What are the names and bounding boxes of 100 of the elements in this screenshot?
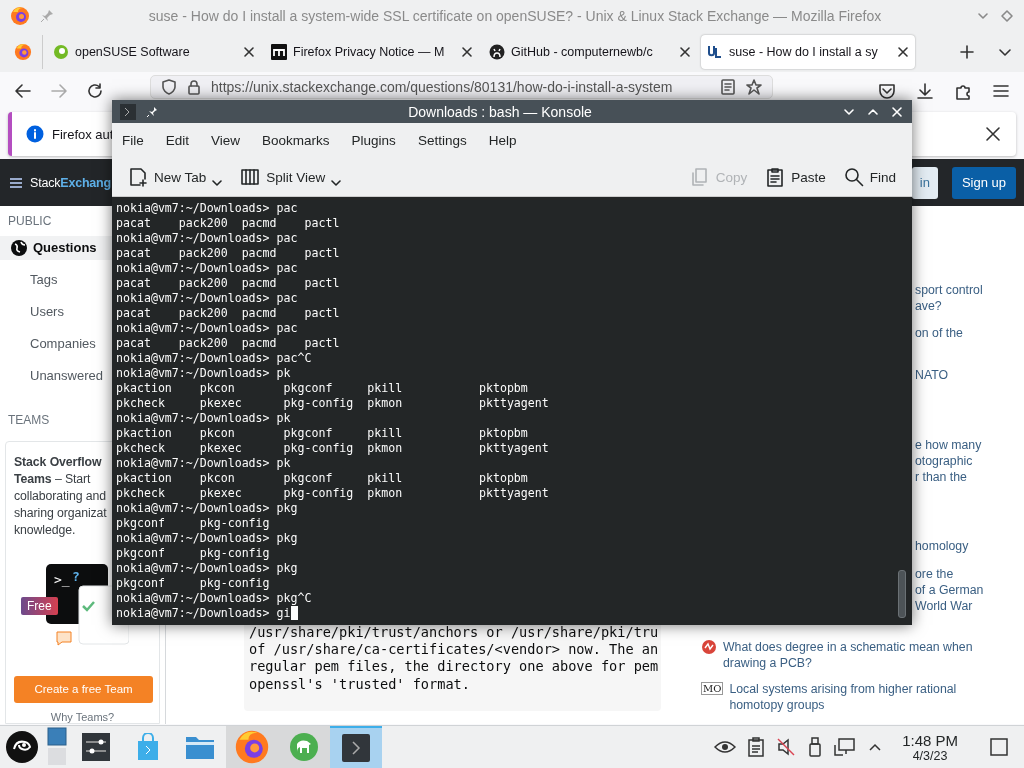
folder-icon[interactable] (185, 734, 215, 760)
sliders-icon[interactable] (82, 733, 110, 761)
text-cursor (290, 606, 298, 620)
terminal-line: pacat pack200 pacmd pactl (116, 306, 340, 320)
site-icon (707, 44, 723, 60)
menu-item[interactable]: View (203, 133, 249, 149)
menu-item[interactable]: Edit (157, 133, 198, 149)
info-icon (26, 125, 44, 143)
close-icon[interactable] (984, 125, 1002, 143)
toolbar-button[interactable]: New Tab (122, 163, 229, 192)
show-desktop-icon[interactable] (990, 738, 1008, 756)
sidebar-item[interactable]: Tags (0, 267, 112, 292)
login-button[interactable]: in (911, 166, 938, 199)
new-tab-icon[interactable] (960, 45, 974, 59)
sidebar-item[interactable]: Users (0, 299, 112, 324)
split-view-icon (240, 167, 261, 188)
elephant-icon[interactable] (289, 732, 319, 762)
close-icon[interactable] (890, 104, 904, 119)
network-icon[interactable] (834, 737, 857, 757)
sidebar-item[interactable]: Companies (0, 331, 112, 356)
new-tab-icon (128, 167, 148, 188)
browser-tab[interactable]: openSUSE Software (47, 35, 261, 69)
clock[interactable]: 1:48 PM 4/3/23 (902, 731, 958, 763)
terminal-line: pacat pack200 pacmd pactl (116, 246, 340, 260)
pocket-icon[interactable] (878, 82, 896, 100)
menu-icon[interactable] (992, 82, 1010, 100)
terminal-line: pacat pack200 pacmd pactl (116, 276, 340, 290)
terminal-line: pacat pack200 pacmd pactl (116, 336, 340, 350)
question-link-text[interactable]: NATO (915, 367, 949, 383)
terminal-line: nokia@vm7:~/Downloads> pac (116, 231, 298, 245)
site-icon (271, 44, 287, 60)
caret-icon[interactable] (868, 742, 883, 752)
section-heading: TEAMS (7, 413, 50, 427)
toolbar-button[interactable]: Split View (234, 163, 348, 192)
download-icon[interactable] (916, 82, 934, 100)
sidebar-item[interactable]: Questions (0, 236, 112, 260)
clipboard-icon[interactable] (748, 737, 765, 757)
why-teams-link[interactable]: Why Teams? (14, 711, 151, 723)
start-menu-icon[interactable] (5, 730, 39, 764)
firefox-icon[interactable] (234, 729, 270, 765)
question-link-text[interactable]: on of the (915, 325, 963, 341)
section-heading: PUBLIC (7, 214, 52, 228)
pin-icon (40, 9, 54, 23)
address-bar[interactable]: https://unix.stackexchange.com/questions/80131/how-do-i-install-a-system (150, 75, 773, 99)
menu-item[interactable]: Bookmarks (254, 133, 338, 149)
question-link[interactable]: What does degree in a schematic mean when drawing a PCB? (723, 639, 988, 671)
usb-drive-icon[interactable] (808, 737, 823, 757)
question-link-text[interactable]: e how many otographic r than the (915, 437, 982, 485)
extensions-icon[interactable] (954, 82, 972, 100)
sidebar-item[interactable]: Unanswered (0, 363, 112, 387)
scrollbar[interactable] (898, 570, 906, 618)
toolbar-button[interactable]: Find (837, 163, 902, 192)
dropdown-icon[interactable] (212, 179, 223, 188)
toolbar-button[interactable]: Paste (759, 163, 832, 192)
terminal[interactable] (112, 197, 912, 625)
menu-item[interactable]: File (114, 133, 152, 149)
dropdown-icon[interactable] (331, 179, 342, 188)
reader-view-icon[interactable] (720, 79, 736, 95)
window-title: suse - How do I install a system-wide SSL certificate on openSUSE? - Unix & Linux Stack Exchange — Mozilla Firefox (147, 8, 883, 24)
close-icon[interactable] (461, 46, 473, 58)
menu-item[interactable]: Settings (409, 133, 475, 149)
browser-tab[interactable]: Firefox Privacy Notice — M (265, 35, 479, 69)
close-icon[interactable] (897, 46, 909, 58)
menu-item[interactable]: Help (480, 133, 525, 149)
terminal-line: nokia@vm7:~/Downloads> pac^C (116, 351, 312, 365)
circuit-icon (701, 639, 717, 655)
terminal-line: nokia@vm7:~/Downloads> pac (116, 291, 298, 305)
notification-text: Firefox aut (52, 126, 114, 142)
star-icon[interactable] (746, 79, 762, 95)
terminal-icon[interactable] (341, 733, 371, 763)
eye-icon[interactable] (714, 738, 737, 756)
site-icon (489, 44, 505, 60)
desktop-pager-icon[interactable] (47, 727, 67, 767)
signup-button[interactable]: Sign up (951, 166, 1016, 199)
lock-icon[interactable] (187, 79, 201, 95)
question-link-text[interactable]: ore the of a German World War (915, 566, 984, 614)
terminal-line: pkaction pkcon pkgconf pkill pktopbm (116, 426, 528, 440)
menu-item[interactable]: Plugins (343, 133, 404, 149)
terminal-line: nokia@vm7:~/Downloads> pac (116, 321, 298, 335)
free-badge: Free (21, 597, 58, 615)
window-title: Downloads : bash — Konsole (407, 103, 593, 120)
terminal-line: nokia@vm7:~/Downloads> pkg (116, 501, 298, 515)
close-icon[interactable] (243, 46, 255, 58)
muted-speaker-icon[interactable] (776, 737, 797, 757)
browser-tab[interactable]: GitHub - computernewb/c (483, 35, 697, 69)
question-link-text[interactable]: homology (915, 538, 969, 554)
close-icon[interactable] (679, 46, 691, 58)
terminal-line: pkgconf pkg-config (116, 546, 270, 560)
question-link-text[interactable]: sport control ave? (915, 282, 983, 314)
pin-icon[interactable] (146, 105, 158, 118)
browser-tab[interactable]: suse - How do I install a sy (701, 35, 915, 69)
firefox-view-icon[interactable] (14, 43, 32, 61)
reload-icon[interactable] (86, 82, 104, 100)
back-icon[interactable] (14, 82, 32, 100)
question-link[interactable]: Local systems arising from higher rational homotopy groups (729, 681, 995, 713)
date-text: 4/3/23 (912, 748, 948, 763)
shield-icon[interactable] (161, 79, 177, 95)
site-logo[interactable]: StackExchang (30, 175, 111, 190)
terminal-line: nokia@vm7:~/Downloads> pac (116, 261, 298, 275)
terminal-line: nokia@vm7:~/Downloads> pk (116, 366, 291, 380)
